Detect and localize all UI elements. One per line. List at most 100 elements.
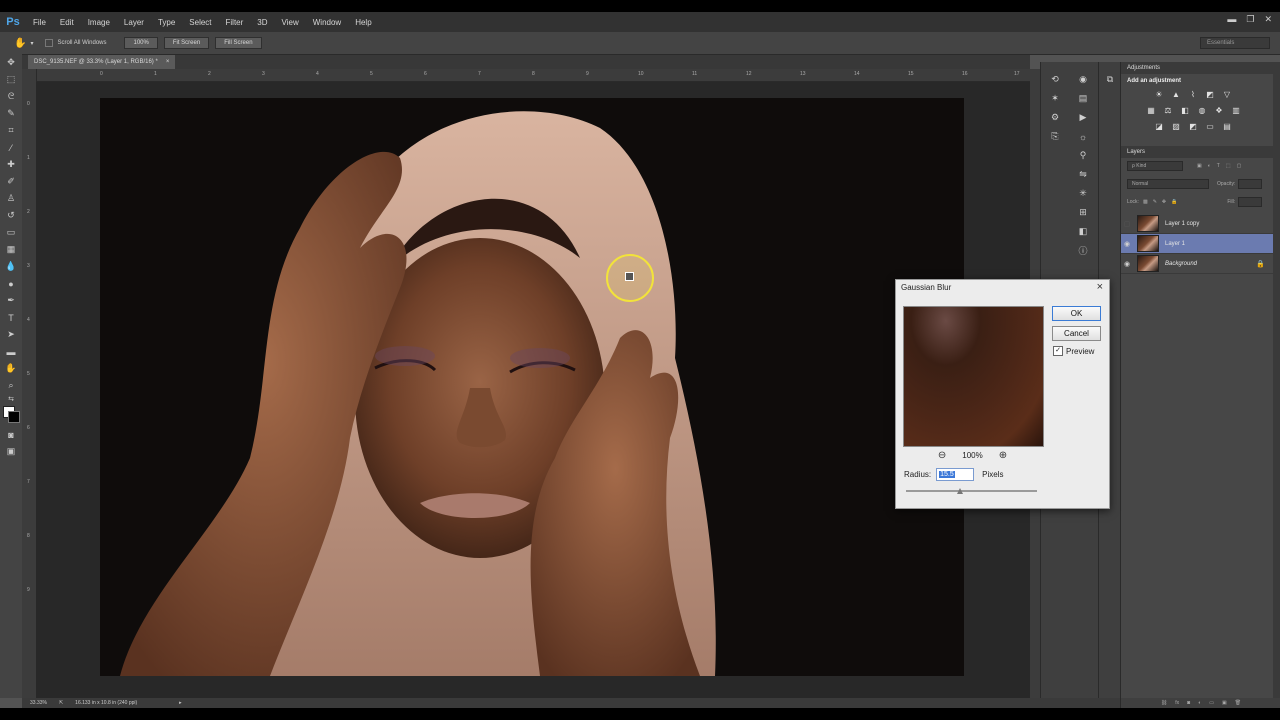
document-tab-close-icon[interactable]: × xyxy=(166,59,170,65)
menu-type[interactable]: Type xyxy=(151,18,182,27)
paragraph-icon[interactable]: ⇋ xyxy=(1069,165,1097,184)
brush-tool-icon[interactable]: ✐ xyxy=(0,173,22,190)
layers-comps-icon[interactable]: ⧉ xyxy=(1099,70,1121,89)
pen-tool-icon[interactable]: ✒ xyxy=(0,292,22,309)
zoom-tool-icon[interactable]: ⌕ xyxy=(0,377,22,394)
gradient-tool-icon[interactable]: ▦ xyxy=(0,241,22,258)
export-icon[interactable]: ⇱ xyxy=(59,700,63,706)
menu-view[interactable]: View xyxy=(275,18,306,27)
properties-icon[interactable]: ☼ xyxy=(1069,127,1097,146)
marquee-tool-icon[interactable]: ⬚ xyxy=(0,71,22,88)
dialog-close-icon[interactable]: × xyxy=(1097,281,1103,293)
path-select-tool-icon[interactable]: ➤ xyxy=(0,326,22,343)
hand-tool-icon[interactable]: ✋ xyxy=(14,38,26,49)
glyphs-icon[interactable]: ✳ xyxy=(1069,184,1097,203)
new-group-icon[interactable]: ▭ xyxy=(1209,700,1214,706)
menu-select[interactable]: Select xyxy=(182,18,218,27)
clone-source-icon[interactable]: ⎘ xyxy=(1041,127,1069,146)
gradient-map-icon[interactable]: ▭ xyxy=(1204,120,1216,132)
photo-filter-icon[interactable]: ◍ xyxy=(1196,104,1208,116)
eye-icon[interactable]: ◉ xyxy=(1121,240,1133,248)
menu-window[interactable]: Window xyxy=(306,18,348,27)
radius-slider[interactable] xyxy=(906,488,1037,494)
invert-icon[interactable]: ◪ xyxy=(1153,120,1165,132)
zoom-out-icon[interactable]: ⊖ xyxy=(938,450,946,461)
styles-icon[interactable]: ⊞ xyxy=(1069,203,1097,222)
close-icon[interactable]: ✕ xyxy=(1264,14,1272,25)
blur-tool-icon[interactable]: 💧 xyxy=(0,258,22,275)
screen-mode-icon[interactable]: ▣ xyxy=(0,443,22,460)
actions-play-icon[interactable]: ▶ xyxy=(1069,108,1097,127)
hand-tool-icon[interactable]: ✋ xyxy=(0,360,22,377)
menu-help[interactable]: Help xyxy=(348,18,378,27)
menu-layer[interactable]: Layer xyxy=(117,18,151,27)
new-adjustment-icon[interactable]: ◐ xyxy=(1198,700,1201,706)
preview-toggle[interactable]: ✓ Preview xyxy=(1053,346,1094,356)
quick-mask-icon[interactable]: ◙ xyxy=(0,426,22,443)
color-balance-icon[interactable]: ⚖ xyxy=(1162,104,1174,116)
hue-saturation-icon[interactable]: ▦ xyxy=(1145,104,1157,116)
fit-screen-button[interactable]: Fit Screen xyxy=(163,37,210,49)
menu-3d[interactable]: 3D xyxy=(250,18,274,27)
ok-button[interactable]: OK xyxy=(1052,306,1101,321)
layers-tab[interactable]: Layers xyxy=(1121,146,1280,158)
quick-select-tool-icon[interactable]: ✎ xyxy=(0,105,22,122)
history-brush-tool-icon[interactable]: ↺ xyxy=(0,207,22,224)
zoom-100-button[interactable]: 100% xyxy=(124,37,158,49)
cancel-button[interactable]: Cancel xyxy=(1052,326,1101,341)
menu-filter[interactable]: Filter xyxy=(219,18,251,27)
eyedropper-tool-icon[interactable]: ⁄ xyxy=(0,139,22,156)
portrait-photo[interactable] xyxy=(100,98,964,676)
tool-preset-chevron-icon[interactable]: ▾ xyxy=(30,40,33,47)
levels-icon[interactable]: ▲ xyxy=(1170,88,1182,100)
move-tool-icon[interactable]: ✥ xyxy=(0,54,22,71)
history-panel-icon[interactable]: ⟲ xyxy=(1041,70,1069,89)
color-swatches-icon[interactable] xyxy=(0,404,22,426)
navigator-icon[interactable]: ◉ xyxy=(1069,70,1097,89)
eraser-tool-icon[interactable]: ▭ xyxy=(0,224,22,241)
brush-panel-icon[interactable]: ✶ xyxy=(1041,89,1069,108)
adjustments-tab[interactable]: Adjustments xyxy=(1121,62,1280,74)
swap-colors-icon[interactable]: ⇆ xyxy=(0,394,22,404)
type-tool-icon[interactable]: T xyxy=(0,309,22,326)
vibrance-icon[interactable]: ▽ xyxy=(1221,88,1233,100)
restore-icon[interactable]: ❐ xyxy=(1246,14,1254,25)
selective-color-icon[interactable]: ▤ xyxy=(1221,120,1233,132)
minimize-icon[interactable]: ▬ xyxy=(1227,14,1236,25)
lock-position-icon[interactable]: ✥ xyxy=(1162,199,1166,205)
lasso-tool-icon[interactable]: ᘓ xyxy=(0,88,22,105)
add-mask-icon[interactable]: ◙ xyxy=(1187,700,1190,706)
menu-file[interactable]: File xyxy=(26,18,53,27)
preview-checkbox[interactable]: ✓ xyxy=(1053,346,1063,356)
black-white-icon[interactable]: ◧ xyxy=(1179,104,1191,116)
filter-type-icon[interactable]: T xyxy=(1217,163,1220,169)
brightness-contrast-icon[interactable]: ☀ xyxy=(1153,88,1165,100)
visibility-off-icon[interactable]: ▢ xyxy=(1121,220,1133,228)
brush-presets-icon[interactable]: ⚙ xyxy=(1041,108,1069,127)
opacity-field[interactable] xyxy=(1238,179,1263,189)
blend-mode-select[interactable]: Normal xyxy=(1127,179,1209,189)
status-menu-arrow-icon[interactable]: ▸ xyxy=(179,700,182,706)
fill-field[interactable] xyxy=(1238,197,1263,207)
histogram-icon[interactable]: ▤ xyxy=(1069,89,1097,108)
menu-edit[interactable]: Edit xyxy=(53,18,81,27)
character-icon[interactable]: ⚲ xyxy=(1069,146,1097,165)
lock-all-icon[interactable]: 🔒 xyxy=(1171,199,1177,205)
shape-tool-icon[interactable]: ▬ xyxy=(0,343,22,360)
channel-mixer-icon[interactable]: ❖ xyxy=(1213,104,1225,116)
clone-stamp-tool-icon[interactable]: ♙ xyxy=(0,190,22,207)
filter-smart-icon[interactable]: ▢ xyxy=(1237,163,1242,169)
radius-input[interactable]: 15.5 xyxy=(936,468,975,481)
eye-icon[interactable]: ◉ xyxy=(1121,260,1133,268)
color-lookup-icon[interactable]: ▥ xyxy=(1230,104,1242,116)
document-tab[interactable]: DSC_9135.NEF @ 33.3% (Layer 1, RGB/16) *… xyxy=(28,55,176,69)
scroll-all-checkbox[interactable] xyxy=(45,39,54,47)
curves-icon[interactable]: ⌇ xyxy=(1187,88,1199,100)
zoom-level[interactable]: 33.33% xyxy=(30,700,47,706)
lock-transparent-icon[interactable]: ▩ xyxy=(1143,199,1148,205)
radius-slider-thumb[interactable] xyxy=(956,488,963,494)
threshold-icon[interactable]: ◩ xyxy=(1187,120,1199,132)
zoom-in-icon[interactable]: ⊕ xyxy=(999,450,1007,461)
lock-image-icon[interactable]: ✎ xyxy=(1153,199,1157,205)
info-icon[interactable]: ⓘ xyxy=(1069,241,1097,260)
